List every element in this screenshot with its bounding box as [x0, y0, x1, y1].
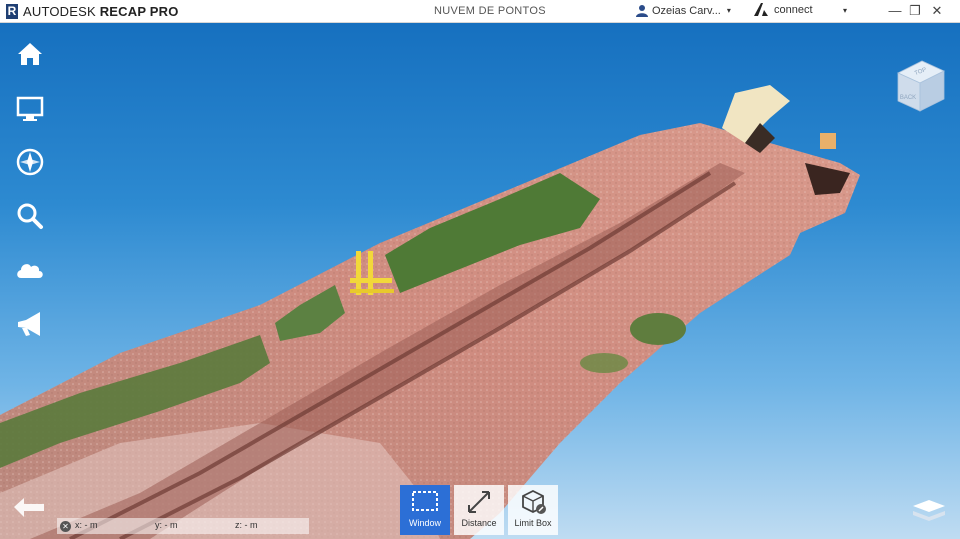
limit-box-button[interactable]: Limit Box [508, 485, 558, 535]
chevron-down-icon: ▾ [726, 6, 731, 15]
distance-icon [468, 491, 490, 513]
navigate-button[interactable] [8, 142, 52, 182]
distance-label: Distance [461, 518, 497, 528]
announce-button[interactable] [8, 304, 52, 344]
search-icon [17, 203, 43, 229]
recap-logo-icon: R [6, 3, 18, 19]
home-icon [18, 43, 42, 65]
cloud-icon [17, 264, 43, 278]
measure-toolbar: Window Distance Limit Box [400, 485, 558, 535]
connect-menu[interactable]: connect [754, 3, 813, 16]
view-cube-side-label: BACK [900, 95, 916, 101]
restore-button[interactable]: ❐ [907, 3, 923, 19]
cloud-button[interactable] [8, 250, 52, 290]
point-cloud-viewport[interactable]: TOP BACK [0, 23, 960, 539]
layers-icon[interactable] [910, 497, 948, 523]
app-logo: R AUTODESK RECAP PRO [6, 3, 179, 19]
display-icon [16, 96, 44, 121]
brand-name: AUTODESK [23, 3, 96, 19]
chevron-down-icon[interactable]: ▾ [843, 6, 847, 15]
y-coordinate: y: - m [155, 520, 178, 530]
title-bar: R AUTODESK RECAP PRO NUVEM DE PONTOS Oze… [0, 0, 960, 23]
limit-box-icon [522, 489, 546, 514]
z-coordinate: z: - m [235, 520, 258, 530]
close-button[interactable]: ✕ [929, 3, 945, 19]
window-label: Window [408, 518, 441, 528]
user-icon [636, 5, 648, 17]
distance-button[interactable]: Distance [454, 485, 504, 535]
window-select-icon [412, 491, 438, 511]
home-button[interactable] [8, 34, 52, 74]
close-icon[interactable]: ✕ [60, 520, 71, 532]
coordinate-readout: ✕ x: - m y: - m z: - m [57, 518, 309, 534]
point-cloud-scene[interactable] [0, 23, 960, 539]
user-name: Ozeias Carv... [652, 4, 721, 17]
display-button[interactable] [8, 88, 52, 128]
view-cube[interactable]: TOP BACK [894, 57, 948, 115]
window-select-button[interactable]: Window [400, 485, 450, 535]
autodesk-a-icon [754, 3, 768, 16]
x-coordinate: x: - m [75, 520, 98, 530]
connect-label: connect [774, 3, 813, 16]
product-name: RECAP PRO [99, 3, 179, 19]
back-arrow-icon[interactable] [10, 495, 48, 523]
minimize-button[interactable]: — [887, 3, 903, 19]
announce-icon [18, 312, 40, 336]
compass-icon [16, 148, 44, 176]
document-title: NUVEM DE PONTOS [434, 5, 546, 17]
limit-box-label: Limit Box [514, 518, 552, 528]
search-button[interactable] [8, 196, 52, 236]
user-menu[interactable]: Ozeias Carv... ▾ [636, 4, 731, 17]
